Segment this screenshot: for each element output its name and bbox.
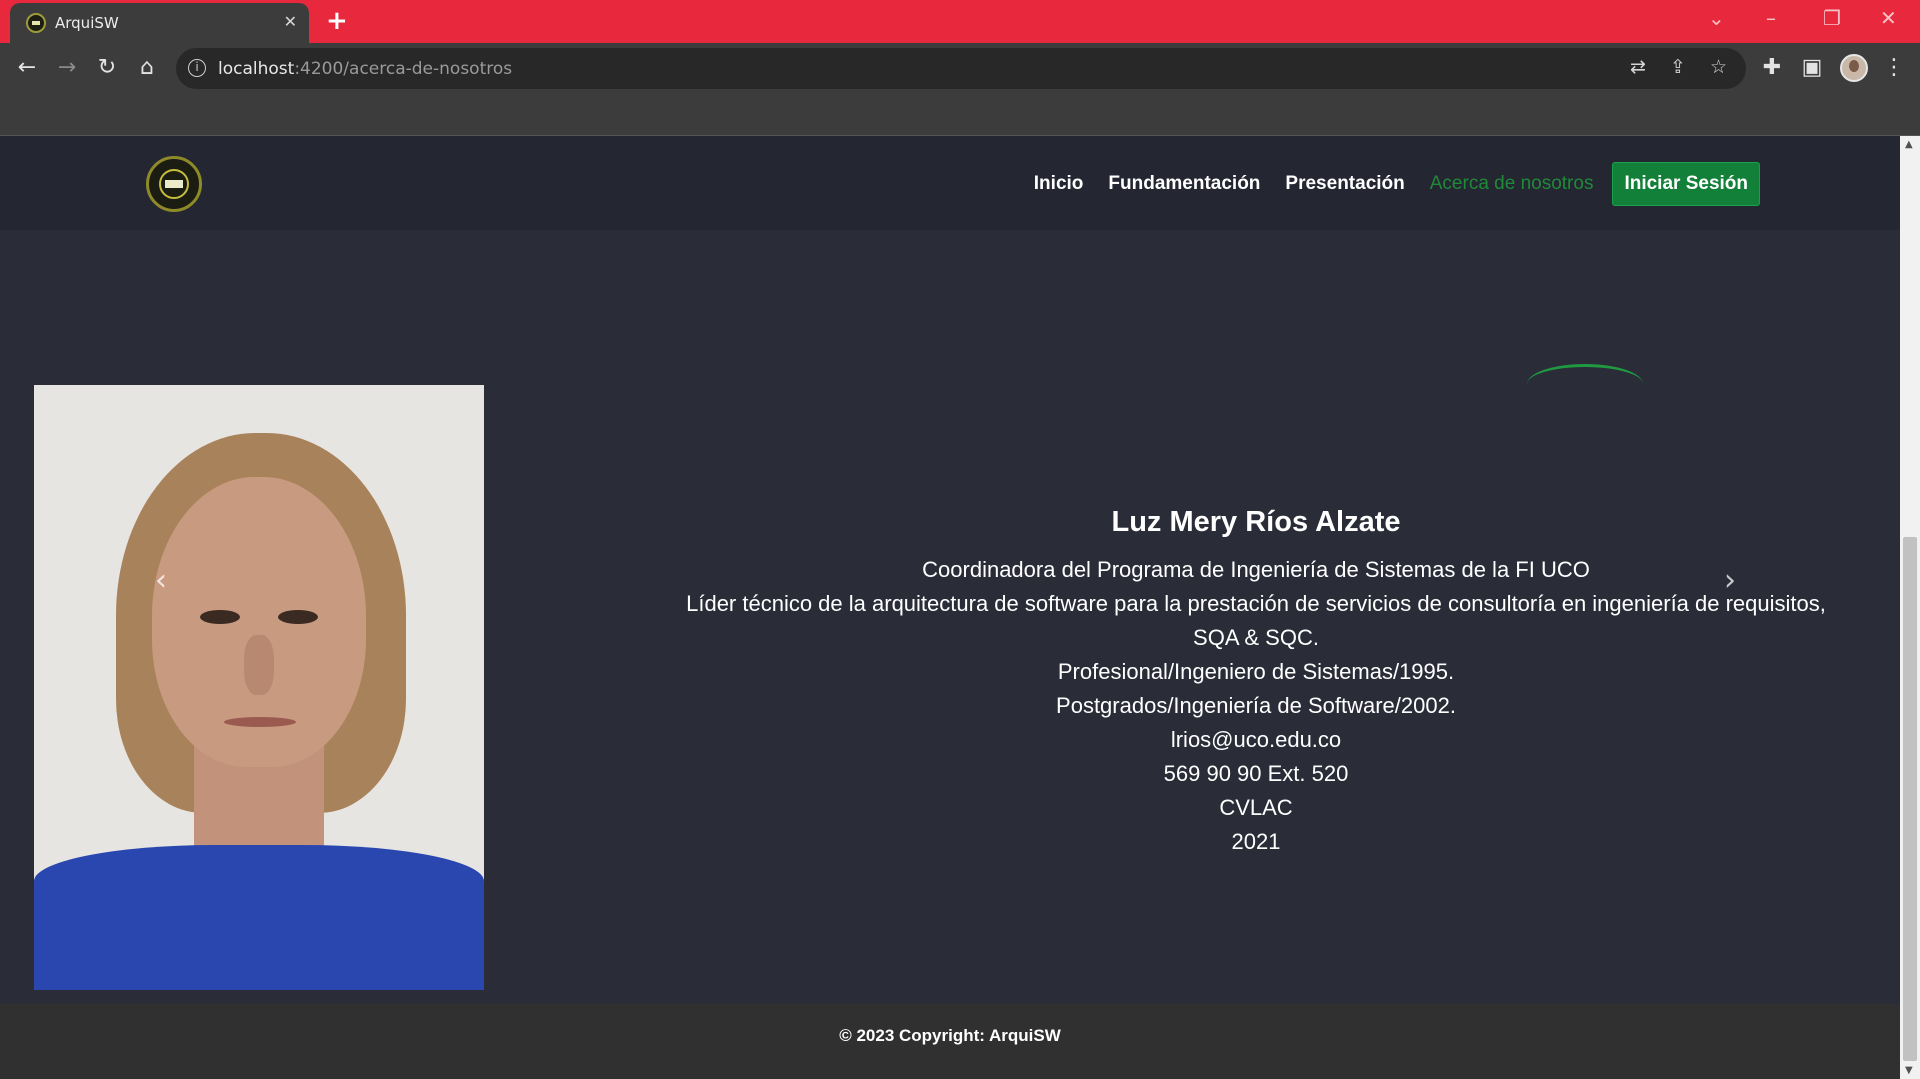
new-tab-button[interactable]: + (326, 6, 348, 36)
profile-name: Luz Mery Ríos Alzate (1111, 506, 1401, 538)
scroll-up-icon[interactable]: ▲ (1905, 139, 1913, 150)
close-window-icon[interactable]: ✕ (1880, 6, 1897, 30)
profile-description-cont: SQA & SQC. (1193, 625, 1319, 650)
profile-role: Coordinadora del Programa de Ingeniería … (922, 557, 1590, 582)
profile-avatar[interactable] (1840, 54, 1868, 82)
browser-tab[interactable]: ArquiSW ✕ (10, 3, 309, 43)
tab-close-icon[interactable]: ✕ (284, 12, 297, 31)
tab-search-icon[interactable]: ⌄ (1708, 6, 1725, 30)
side-panel-icon[interactable]: ▣ (1796, 52, 1828, 84)
browser-toolbar: ← → ↻ ⌂ i localhost:4200/acerca-de-nosot… (0, 43, 1920, 94)
favicon-icon (26, 13, 46, 33)
profile-details: Luz Mery Ríos Alzate Coordinadora del Pr… (680, 506, 1832, 859)
translate-icon[interactable]: ⇄ (1630, 56, 1646, 78)
carousel-prev-icon[interactable]: ‹ (155, 563, 167, 598)
login-button[interactable]: Iniciar Sesión (1612, 162, 1760, 206)
profile-cvlac-link[interactable]: CVLAC (680, 791, 1832, 825)
nav-link-presentacion[interactable]: Presentación (1285, 173, 1404, 195)
extensions-icon[interactable]: ✚ (1756, 52, 1788, 84)
reload-icon[interactable]: ↻ (91, 52, 123, 84)
profile-phone: 569 90 90 Ext. 520 (1163, 761, 1349, 786)
page-viewport: Inicio Fundamentación Presentación Acerc… (0, 136, 1900, 1079)
minimize-icon[interactable]: – (1766, 6, 1776, 30)
site-info-icon[interactable]: i (188, 59, 206, 77)
restore-icon[interactable]: ❐ (1823, 6, 1841, 30)
bookmark-star-icon[interactable]: ☆ (1710, 56, 1727, 78)
back-icon[interactable]: ← (11, 52, 43, 84)
profile-year: 2021 (1231, 829, 1281, 854)
tab-title: ArquiSW (55, 14, 119, 32)
menu-icon[interactable]: ⋮ (1878, 52, 1910, 84)
profile-email[interactable]: lrios@uco.edu.co (680, 723, 1832, 757)
forward-icon[interactable]: → (51, 52, 83, 84)
page-scrollbar[interactable]: ▲ ▼ (1900, 136, 1920, 1079)
address-bar[interactable]: i localhost:4200/acerca-de-nosotros ⇄ ⇪ … (176, 48, 1746, 89)
share-icon[interactable]: ⇪ (1670, 56, 1686, 78)
logo-emblem-icon (159, 169, 189, 199)
loading-arc (1527, 364, 1643, 404)
logo[interactable] (146, 156, 202, 212)
nav-link-acerca-de-nosotros[interactable]: Acerca de nosotros (1430, 173, 1594, 195)
nav-link-inicio[interactable]: Inicio (1034, 173, 1084, 195)
browser-tabstrip: ArquiSW ✕ + ⌄ – ❐ ✕ (0, 0, 1920, 43)
nav-link-fundamentacion[interactable]: Fundamentación (1108, 173, 1260, 195)
site-navbar: Inicio Fundamentación Presentación Acerc… (0, 136, 1900, 230)
nav-links: Inicio Fundamentación Presentación Acerc… (1009, 162, 1760, 206)
bookmarks-bar (0, 94, 1920, 136)
url-text[interactable]: localhost:4200/acerca-de-nosotros (218, 59, 512, 79)
profile-photo (34, 385, 484, 990)
home-icon[interactable]: ⌂ (131, 52, 163, 84)
profile-degree: Profesional/Ingeniero de Sistemas/1995. (1057, 659, 1455, 684)
scroll-thumb[interactable] (1903, 537, 1917, 1061)
site-footer: © 2023 Copyright: ArquiSW (0, 1004, 1900, 1079)
profile-postgrad: Postgrados/Ingeniería de Software/2002. (1056, 693, 1456, 718)
profile-description: Líder técnico de la arquitectura de soft… (686, 591, 1826, 616)
scroll-down-icon[interactable]: ▼ (1905, 1065, 1913, 1076)
